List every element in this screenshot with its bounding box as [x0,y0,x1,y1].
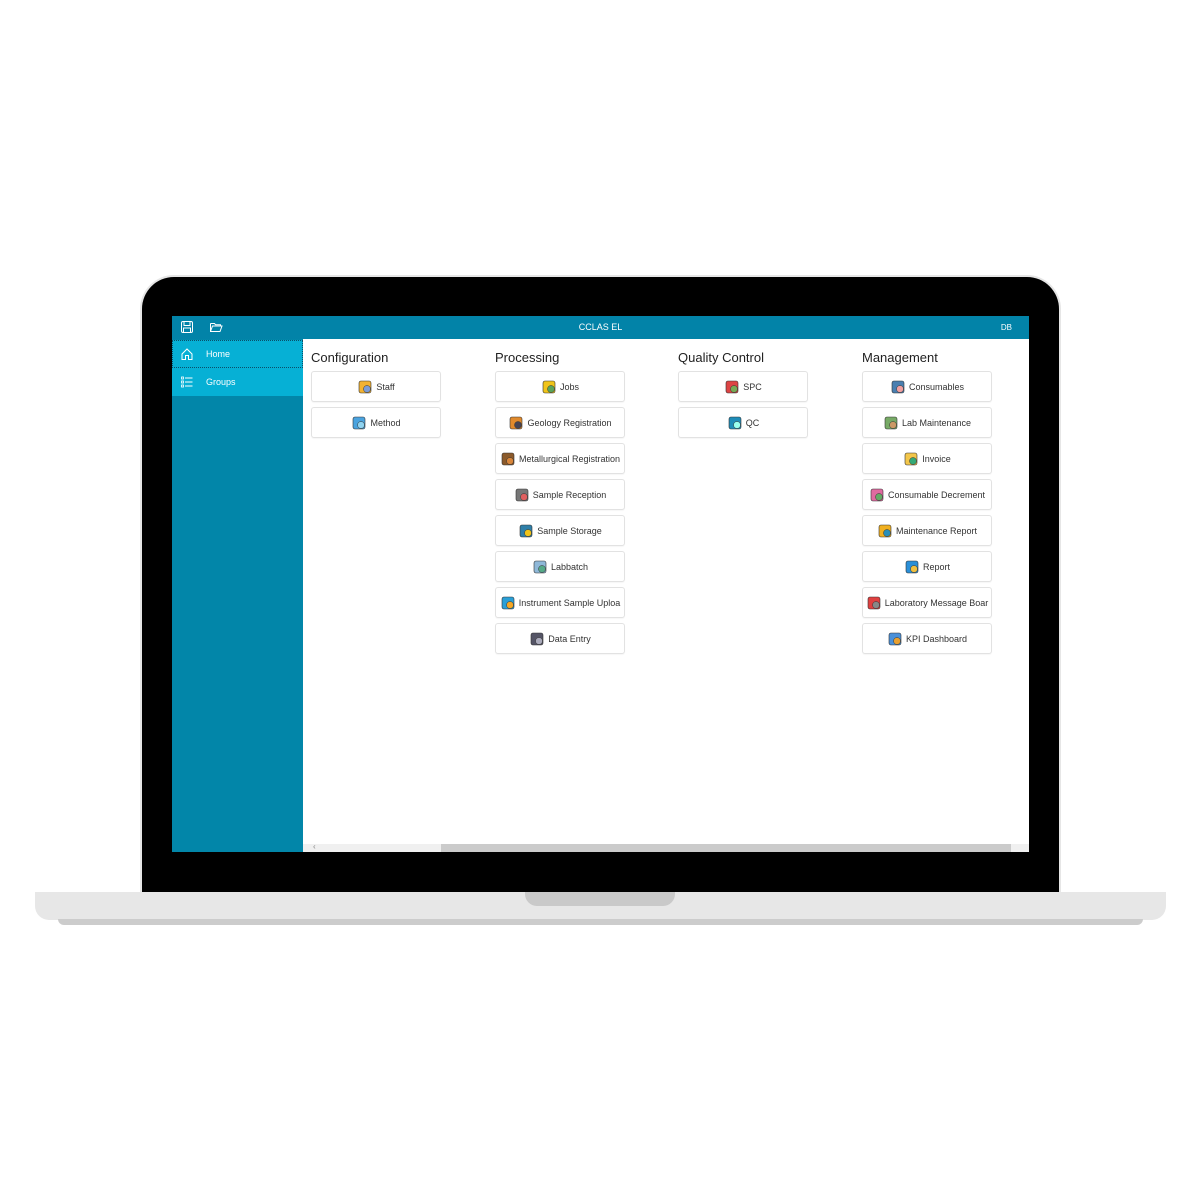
tile-report[interactable]: Report [862,551,992,582]
home-content: Configuration Staff Method Processing Jobs Ge… [303,339,1029,852]
tile-method[interactable]: Method [311,407,441,438]
tile-label: Laboratory Message Boar [884,597,989,608]
tile-label: Instrument Sample Uploa [518,597,621,608]
tile-label: Method [370,417,401,428]
report-gear-icon [878,524,892,537]
home-icon [181,348,193,360]
horizontal-scrollbar[interactable]: ‹ [303,842,1029,852]
scrollbar-thumb[interactable] [441,844,1011,852]
pickaxe-icon [510,416,523,429]
calendar-wrench-icon [884,416,898,429]
keyboard-icon [530,632,544,645]
tile-label: Consumable Decrement [887,489,986,500]
tile-sample-storage[interactable]: Sample Storage [495,515,625,546]
warehouse-icon [519,524,533,537]
app-title: CCLAS EL [578,322,623,332]
tile-kpi-dashboard[interactable]: KPI Dashboard [862,623,992,654]
tile-staff[interactable]: Staff [311,371,441,402]
group-title: Configuration [311,350,389,365]
tile-label: Lab Maintenance [901,417,972,428]
tile-label: Data Entry [548,633,591,644]
tile-qc[interactable]: QC [678,407,808,438]
megaphone-icon [867,596,881,609]
laptop-notch [525,892,675,906]
group-title: Quality Control [678,350,764,365]
tile-label: Consumables [908,381,965,392]
qc-chart-icon [728,416,742,429]
tile-spc[interactable]: SPC [678,371,808,402]
laptop-base-shadow [58,919,1143,925]
tile-label: Invoice [922,453,951,464]
tile-label: Maintenance Report [895,525,978,536]
method-flask-icon [353,416,366,429]
sidebar-item-label: Home [206,349,231,359]
tile-instrument-sample-uploa[interactable]: Instrument Sample Uploa [495,587,625,618]
clipboard-pencil-icon [515,488,529,501]
tile-label: Geology Registration [527,417,612,428]
sidebar-item-label: Groups [206,377,236,387]
tile-invoice[interactable]: Invoice [862,443,992,474]
title-bar: CCLAS EL DB [172,316,1029,339]
tile-consumable-decrement[interactable]: Consumable Decrement [862,479,992,510]
tile-label: KPI Dashboard [905,633,968,644]
tile-label: Metallurgical Registration [518,453,621,464]
tile-laboratory-message-boar[interactable]: Laboratory Message Boar [862,587,992,618]
tile-metallurgical-registration[interactable]: Metallurgical Registration [495,443,625,474]
report-icon [905,560,919,573]
sidebar: Home Groups [172,339,303,852]
tile-geology-registration[interactable]: Geology Registration [495,407,625,438]
user-initials[interactable]: DB [1001,323,1012,332]
tile-label: Sample Reception [532,489,607,500]
tile-maintenance-report[interactable]: Maintenance Report [862,515,992,546]
list-icon [181,376,193,388]
tile-lab-maintenance[interactable]: Lab Maintenance [862,407,992,438]
tile-labbatch[interactable]: Labbatch [495,551,625,582]
group-title: Processing [495,350,560,365]
upload-icon [501,596,515,609]
tile-label: QC [745,417,760,428]
sidebar-item-home[interactable]: Home [172,340,303,368]
tile-sample-reception[interactable]: Sample Reception [495,479,625,510]
tile-jobs[interactable]: Jobs [495,371,625,402]
tile-consumables[interactable]: Consumables [862,371,992,402]
tile-label: Staff [376,381,395,392]
factory-icon [501,452,515,465]
tile-label: Sample Storage [537,525,602,536]
tile-label: Jobs [559,381,579,392]
notebook-flask-icon [870,488,884,501]
bottle-icon [891,380,905,393]
group-title: Management [862,350,938,365]
spc-chart-icon [725,380,739,393]
staff-icon [359,380,372,393]
tile-data-entry[interactable]: Data Entry [495,623,625,654]
sidebar-item-groups[interactable]: Groups [172,368,303,396]
envelope-icon [904,452,918,465]
jobs-folder-icon [542,380,556,393]
tile-label: SPC [743,381,762,392]
tile-label: Labbatch [550,561,589,572]
labbatch-clipboard-icon [533,560,547,573]
dashboard-monitor-icon [888,632,902,645]
tile-label: Report [922,561,950,572]
scroll-left-arrow-icon[interactable]: ‹ [313,842,316,851]
app-window: CCLAS EL DB Home Groups Configuration Sta… [172,316,1029,852]
